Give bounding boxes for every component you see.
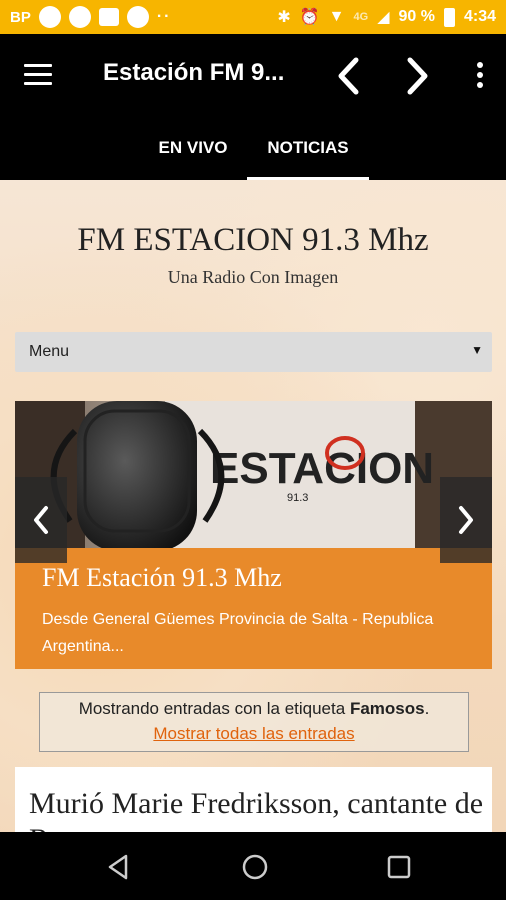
site-title: FM ESTACION 91.3 Mhz: [77, 222, 429, 258]
network-type: 4G: [353, 11, 369, 23]
post-card[interactable]: Murió Marie Fredriksson, cantante de Rox…: [15, 767, 492, 832]
slider-next-button[interactable]: [440, 477, 492, 563]
label-notice-tag: Famosos: [349, 699, 425, 718]
back-icon[interactable]: [329, 54, 369, 98]
label-filter-notice: Mostrando entradas con la etiqueta Famos…: [39, 692, 469, 752]
slide-description: Desde General Güemes Provincia de Salta …: [42, 611, 434, 655]
battery-percent: 90 %: [398, 8, 435, 25]
studio-microphone-image: ESTACION 91.3: [15, 401, 492, 551]
slide-caption[interactable]: FM Estación 91.3 Mhz Desde General Güeme…: [15, 548, 492, 669]
label-notice-prefix: Mostrando entradas con la etiqueta: [78, 699, 346, 718]
status-bar: BP ·· ✱ ⏰ ▼ 4G ◢ 90 % 4:34: [0, 0, 506, 34]
more-notifications-icon: ··: [156, 8, 172, 25]
web-content[interactable]: FM ESTACION 91.3 Mhz Una Radio Con Image…: [0, 180, 506, 832]
label-notice-suffix: .: [424, 699, 430, 718]
image-slider[interactable]: ESTACION 91.3 FM Estación 91.3 Mhz Desde…: [15, 401, 492, 669]
nav-recents-icon[interactable]: [384, 852, 414, 882]
slide-title[interactable]: FM Estación 91.3 Mhz: [42, 563, 282, 593]
menu-dropdown-value: Menu: [29, 343, 70, 360]
slide-logo-text: ESTACION: [210, 444, 434, 493]
site-subtitle: Una Radio Con Imagen: [167, 267, 339, 287]
slider-prev-button[interactable]: [15, 477, 67, 563]
alarm-icon: ⏰: [299, 9, 320, 26]
app-bar: Estación FM 9...: [0, 34, 506, 116]
bluetooth-icon: ✱: [277, 9, 291, 26]
chevron-right-icon: [459, 506, 473, 534]
play-notification-icon: [68, 6, 91, 28]
menu-icon[interactable]: [24, 64, 52, 86]
more-options-icon[interactable]: [476, 62, 484, 90]
tab-en-vivo[interactable]: EN VIVO: [140, 116, 246, 180]
tab-noticias[interactable]: NOTICIAS: [247, 116, 369, 180]
carrier-label: BP: [10, 8, 31, 26]
forward-icon[interactable]: [397, 54, 437, 98]
notification-app-icon: [38, 6, 61, 28]
show-all-entries-link[interactable]: Mostrar todas las entradas: [40, 724, 468, 744]
nav-back-icon[interactable]: [104, 852, 134, 882]
record-notification-icon: [126, 6, 149, 28]
signal-icon: ◢: [377, 9, 390, 26]
nav-home-icon[interactable]: [240, 852, 270, 882]
system-nav-bar: [0, 832, 506, 900]
battery-icon: [443, 7, 455, 27]
chevron-left-icon: [34, 506, 48, 534]
dropdown-caret-icon: ▼: [471, 343, 483, 357]
menu-dropdown[interactable]: Menu ▼: [15, 332, 492, 372]
app-title: Estación FM 9...: [103, 59, 285, 86]
tab-bar: EN VIVO NOTICIAS: [0, 116, 506, 180]
clock: 4:34: [463, 8, 496, 25]
image-notification-icon: [98, 8, 119, 26]
slide-logo-subtext: 91.3: [287, 492, 308, 504]
wifi-icon: ▼: [328, 8, 345, 25]
post-title[interactable]: Murió Marie Fredriksson, cantante de Rox…: [29, 786, 489, 832]
